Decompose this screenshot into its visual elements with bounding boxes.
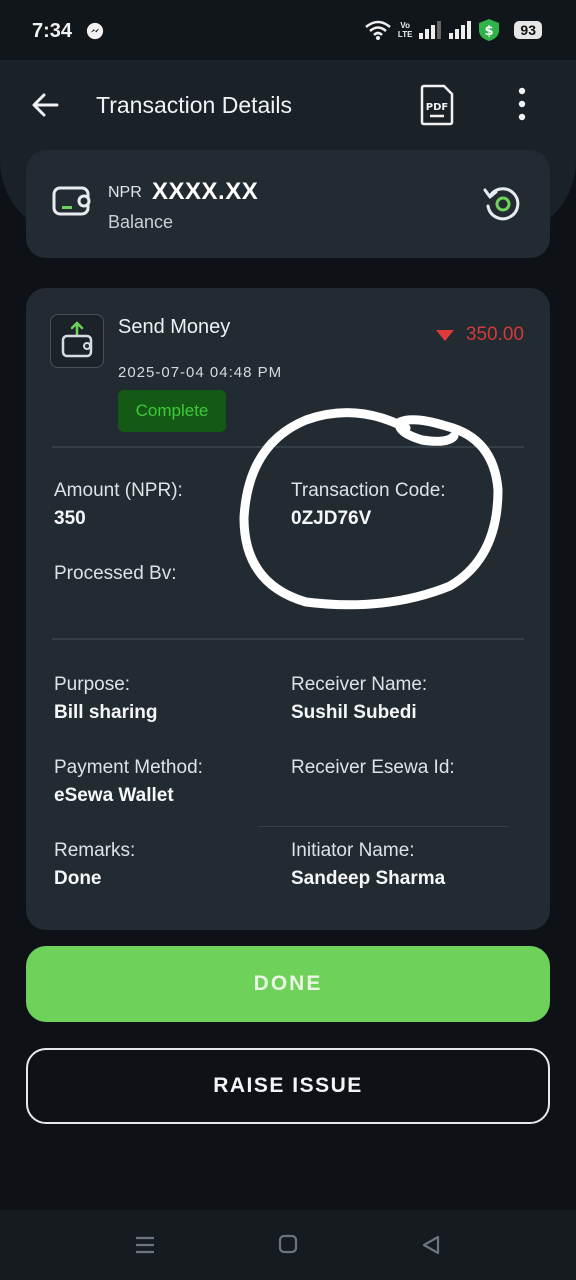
initiator-name-value: Sandeep Sharma — [291, 868, 446, 889]
battery-level: 93 — [514, 21, 542, 39]
system-nav-bar — [0, 1210, 576, 1280]
volte-indicator: Vo LTE — [397, 21, 413, 39]
done-button[interactable]: DONE — [26, 946, 550, 1022]
balance-label: Balance — [108, 212, 174, 232]
remarks-label: Remarks: — [54, 840, 136, 861]
svg-text:$: $ — [485, 24, 494, 39]
divider — [258, 826, 508, 827]
status-time: 7:34 — [32, 20, 73, 42]
pdf-download-icon[interactable]: PDF — [418, 84, 456, 126]
payment-method-value: eSewa Wallet — [54, 785, 174, 806]
balance-currency: NPR — [108, 184, 142, 201]
processed-by-label: Processed Bv: — [54, 563, 177, 584]
raise-issue-button[interactable]: RAISE ISSUE — [26, 1048, 550, 1124]
balance-card: NPR XXXX.XX Balance — [26, 150, 550, 258]
remarks-value: Done — [54, 868, 102, 889]
signal-icon-2 — [449, 21, 472, 39]
svg-text:PDF: PDF — [426, 102, 448, 113]
wallet-icon — [52, 186, 91, 216]
signal-icon-1 — [419, 21, 442, 39]
balance-amount: XXXX.XX — [152, 178, 259, 205]
transaction-amount: 350.00 — [435, 324, 524, 346]
nav-back-icon[interactable] — [420, 1234, 442, 1256]
circle-annotation — [239, 408, 503, 610]
purpose-label: Purpose: — [54, 674, 131, 695]
more-options-icon[interactable] — [512, 86, 532, 122]
security-shield-icon: $ — [479, 19, 500, 41]
status-bar: 7:34 Vo LTE $ 93 — [0, 0, 576, 64]
amount-value: 350 — [54, 508, 86, 529]
debit-arrow-icon — [435, 329, 454, 341]
transaction-datetime: 2025-07-04 04:48 PM — [118, 364, 283, 381]
back-arrow-icon[interactable] — [30, 90, 60, 120]
status-badge: Complete — [118, 390, 226, 432]
send-money-icon-box — [50, 314, 104, 368]
wifi-icon — [365, 20, 391, 40]
status-icons: Vo LTE $ 93 — [364, 18, 542, 42]
receiver-name-value: Sushil Subedi — [291, 702, 417, 723]
receiver-name-label: Receiver Name: — [291, 674, 428, 695]
transaction-amount-value: 350.00 — [465, 324, 524, 345]
amount-label: Amount (NPR): — [54, 480, 183, 501]
transaction-type: Send Money — [118, 316, 231, 338]
divider — [52, 638, 524, 640]
refresh-balance-icon[interactable] — [482, 184, 522, 224]
payment-method-label: Payment Method: — [54, 757, 203, 778]
purpose-value: Bill sharing — [54, 702, 158, 723]
initiator-name-label: Initiator Name: — [291, 840, 415, 861]
home-icon[interactable] — [278, 1234, 298, 1254]
send-money-icon — [61, 321, 92, 357]
recent-apps-icon[interactable] — [134, 1234, 156, 1256]
receiver-esewa-id-label: Receiver Esewa Id: — [291, 757, 455, 778]
messenger-icon — [86, 22, 104, 40]
page-title: Transaction Details — [96, 92, 293, 118]
